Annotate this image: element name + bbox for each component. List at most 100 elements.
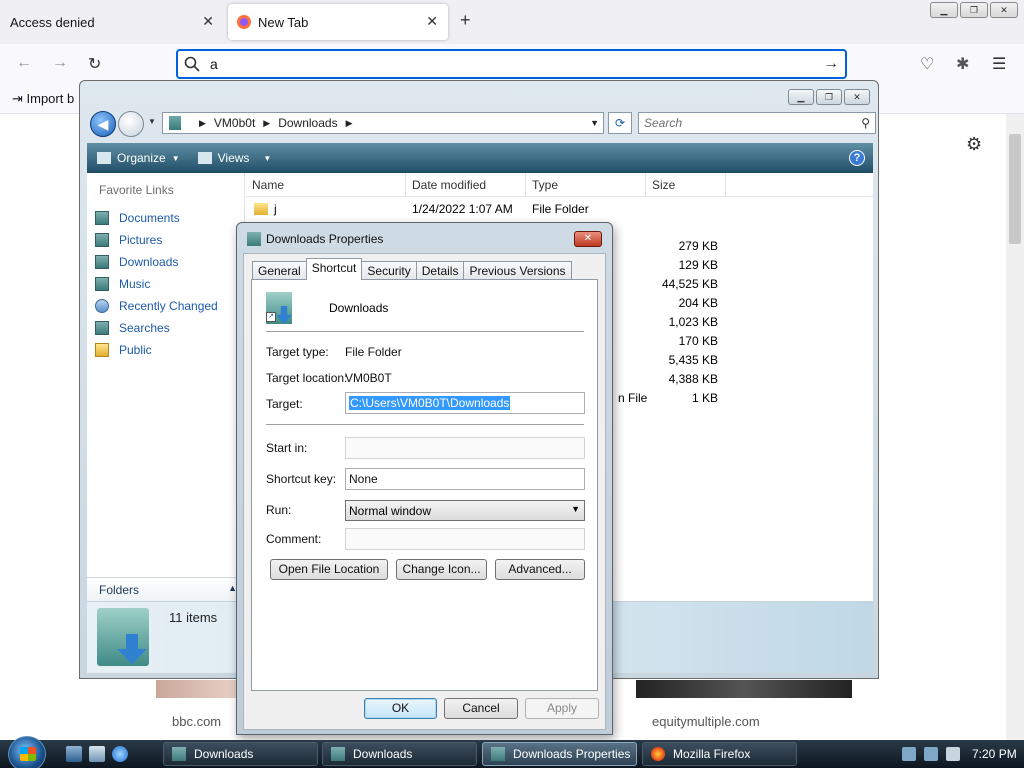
page-scrollbar[interactable] — [1006, 114, 1024, 740]
browser-tab-bar: Access denied ✕ New Tab ✕ + ▁ ❐ ✕ — [0, 0, 1024, 44]
sidebar-item-pictures[interactable]: Pictures — [95, 229, 218, 251]
volume-icon[interactable] — [946, 747, 960, 761]
dialog-title-bar[interactable]: Downloads Properties ✕ — [237, 223, 612, 253]
folders-toggle[interactable]: Folders ▲ — [87, 577, 245, 601]
sidebar-item-recently-changed[interactable]: Recently Changed — [95, 295, 218, 317]
tab-new-tab[interactable]: New Tab ✕ — [228, 4, 448, 40]
address-bar[interactable]: ▶ VM0b0t ▶ Downloads ▶ ▼ — [162, 112, 604, 134]
tab-details[interactable]: Details — [415, 261, 465, 280]
firefox-icon — [237, 15, 251, 29]
tab-access-denied[interactable]: Access denied ✕ — [0, 4, 224, 40]
shortcut-key-field[interactable]: None — [345, 468, 585, 490]
cancel-button[interactable]: Cancel — [444, 698, 518, 719]
new-tab-plus-icon[interactable]: + — [460, 10, 471, 31]
close-tab-icon[interactable]: ✕ — [202, 13, 214, 30]
sidebar-item-public[interactable]: Public — [95, 339, 218, 361]
clock[interactable]: 7:20 PM — [972, 747, 1017, 761]
breadcrumb-chevron-icon[interactable]: ▶ — [199, 118, 206, 129]
command-bar: Organize ▼ Views ▼ ? — [87, 143, 873, 173]
forward-button[interactable] — [118, 111, 144, 137]
button-label: Apply — [546, 701, 578, 715]
close-window-button[interactable]: ✕ — [990, 2, 1018, 18]
sidebar-item-documents[interactable]: Documents — [95, 207, 218, 229]
back-arrow-icon[interactable]: ← — [16, 54, 32, 72]
views-icon — [197, 152, 212, 164]
url-text[interactable]: a — [210, 56, 218, 72]
minimize-button[interactable]: ▁ — [788, 89, 814, 105]
pocket-icon[interactable]: ♡ — [920, 54, 934, 74]
recent-pages-dropdown-icon[interactable]: ▼ — [148, 117, 156, 126]
breadcrumb-chevron-icon[interactable]: ▶ — [263, 118, 270, 129]
sidebar-item-music[interactable]: Music — [95, 273, 218, 295]
reload-icon[interactable]: ↻ — [88, 54, 101, 74]
search-icon[interactable]: ⚲ — [861, 113, 870, 133]
import-bookmarks-link[interactable]: ⇥ Import b — [12, 91, 74, 107]
column-header-name[interactable]: Name — [246, 173, 406, 197]
views-button[interactable]: Views ▼ — [197, 151, 271, 165]
show-desktop-icon[interactable] — [66, 746, 82, 762]
help-icon[interactable]: ? — [849, 150, 865, 166]
documents-icon — [95, 211, 109, 225]
target-field[interactable]: C:\Users\VM0B0T\Downloads — [345, 392, 585, 414]
taskbar-button-downloads[interactable]: Downloads — [163, 742, 318, 766]
network-icon[interactable] — [902, 747, 916, 761]
apply-button[interactable]: Apply — [525, 698, 599, 719]
sidebar-item-downloads[interactable]: Downloads — [95, 251, 218, 273]
comment-label: Comment: — [266, 532, 322, 546]
address-dropdown-icon[interactable]: ▼ — [590, 118, 599, 128]
refresh-button[interactable]: ⟳ — [608, 112, 632, 134]
tab-general[interactable]: General — [252, 261, 307, 280]
url-bar[interactable]: a → — [176, 49, 847, 79]
sidebar-item-label: Documents — [119, 211, 180, 225]
start-button[interactable] — [8, 736, 46, 768]
change-icon-button[interactable]: Change Icon... — [396, 559, 487, 580]
switch-windows-icon[interactable] — [89, 746, 105, 762]
tab-shortcut[interactable]: Shortcut — [305, 258, 363, 280]
column-header-type[interactable]: Type — [526, 173, 646, 197]
table-row[interactable]: j 1/24/2022 1:07 AM File Folder — [246, 199, 873, 218]
maximize-button[interactable]: ❐ — [960, 2, 988, 18]
tab-previous-versions[interactable]: Previous Versions — [463, 261, 572, 280]
taskbar-button-downloads-properties[interactable]: Downloads Properties — [482, 742, 637, 766]
comment-field[interactable] — [345, 528, 585, 550]
menu-icon[interactable]: ☰ — [992, 54, 1006, 74]
display-icon[interactable] — [924, 747, 938, 761]
ok-button[interactable]: OK — [364, 698, 437, 719]
target-location-label: Target location: — [266, 371, 348, 385]
breadcrumb-vm0b0t[interactable]: VM0b0t — [214, 116, 255, 130]
advanced-button[interactable]: Advanced... — [495, 559, 585, 580]
scrollbar-thumb[interactable] — [1009, 134, 1021, 244]
close-window-button[interactable]: ✕ — [844, 89, 870, 105]
sidebar-item-searches[interactable]: Searches — [95, 317, 218, 339]
back-button[interactable]: ◀ — [90, 111, 116, 137]
run-value: Normal window — [349, 504, 432, 518]
minimize-button[interactable]: ▁ — [930, 2, 958, 18]
start-in-field[interactable] — [345, 437, 585, 459]
tab-security[interactable]: Security — [361, 261, 417, 280]
breadcrumb-chevron-icon[interactable]: ▶ — [346, 118, 353, 129]
top-site-tile-bbc[interactable]: bbc.com — [156, 680, 236, 738]
taskbar-button-downloads[interactable]: Downloads — [322, 742, 477, 766]
open-file-location-button[interactable]: Open File Location — [270, 559, 388, 580]
run-select[interactable]: Normal window ▼ — [345, 500, 585, 521]
column-header-size[interactable]: Size — [646, 173, 726, 197]
windows-logo-icon — [20, 747, 36, 761]
search-input[interactable]: Search ⚲ — [638, 112, 876, 134]
internet-explorer-icon[interactable] — [112, 746, 128, 762]
breadcrumb-downloads[interactable]: Downloads — [278, 116, 337, 130]
extensions-icon[interactable]: ✱ — [956, 54, 969, 74]
close-tab-icon[interactable]: ✕ — [426, 13, 438, 30]
close-button[interactable]: ✕ — [574, 231, 602, 247]
column-header-date-modified[interactable]: Date modified — [406, 173, 526, 197]
shortcut-tab-panel: ↗ Downloads Target type: File Folder Tar… — [251, 279, 598, 691]
target-label: Target: — [266, 397, 303, 411]
firefox-icon — [651, 747, 665, 761]
top-site-tile-equitymultiple[interactable]: equitymultiple.com — [636, 680, 852, 738]
maximize-button[interactable]: ❐ — [816, 89, 842, 105]
gear-icon[interactable]: ⚙ — [966, 134, 982, 155]
forward-arrow-icon[interactable]: → — [52, 54, 68, 72]
taskbar-button-firefox[interactable]: Mozilla Firefox — [642, 742, 797, 766]
system-tray: 7:20 PM — [894, 740, 1024, 768]
organize-button[interactable]: Organize ▼ — [97, 151, 180, 165]
go-arrow-icon[interactable]: → — [823, 55, 839, 73]
